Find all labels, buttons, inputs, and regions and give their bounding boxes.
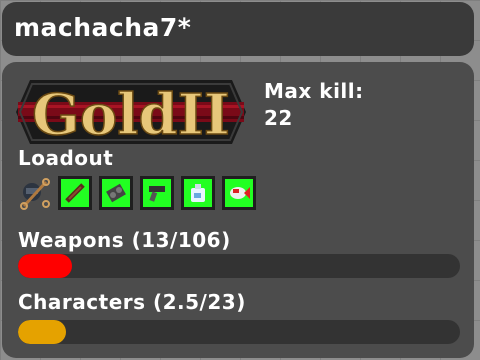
stats-panel: GoldII Max kill: 22 Loadout Weapons (13/…	[2, 62, 474, 358]
weapons-progress-fill	[18, 254, 73, 278]
max-kill-stat: Max kill: 22	[264, 78, 364, 132]
characters-progress-bar	[18, 320, 460, 344]
loadout-slot-4[interactable]	[181, 176, 215, 210]
player-name-bar: machacha7*	[2, 2, 474, 56]
loadout-slot-5[interactable]	[222, 176, 256, 210]
gold-rank-badge: GoldII	[16, 80, 246, 148]
weapons-progress-label: Weapons (13/106)	[18, 228, 231, 252]
loadout-slot-3[interactable]	[140, 176, 174, 210]
characters-progress-fill	[18, 320, 67, 344]
badge-text: GoldII	[32, 82, 230, 148]
player-name: machacha7*	[14, 13, 192, 42]
weapons-progress-bar	[18, 254, 460, 278]
loadout-slot-1[interactable]	[58, 176, 92, 210]
gun-icon	[149, 186, 165, 202]
characters-progress-label: Characters (2.5/23)	[18, 290, 246, 314]
fish-icon	[230, 187, 250, 199]
character-icon	[20, 178, 50, 210]
max-kill-label: Max kill:	[264, 79, 364, 103]
sword-icon	[65, 183, 85, 203]
crossbow-icon	[106, 183, 126, 203]
loadout-label: Loadout	[18, 146, 114, 170]
max-kill-value: 22	[264, 106, 293, 130]
loadout-slot-2[interactable]	[99, 176, 133, 210]
loadout-slots	[58, 176, 256, 210]
potion-icon	[191, 184, 205, 202]
